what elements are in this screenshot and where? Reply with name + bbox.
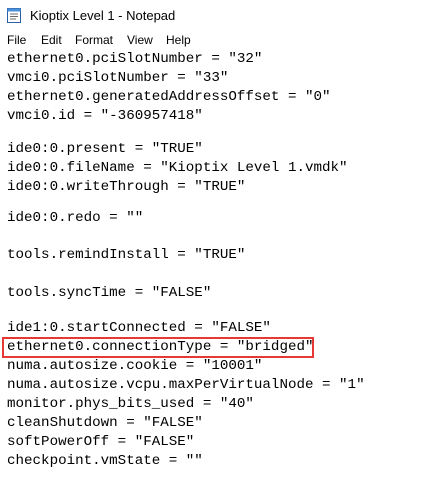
menu-file[interactable]: File [7,33,26,47]
menu-edit[interactable]: Edit [41,33,62,47]
text-line: numa.autosize.cookie = "10001" [7,358,263,374]
text-line: cleanShutdown = "FALSE" [7,415,203,431]
title-bar[interactable]: Kioptix Level 1 - Notepad [0,0,432,30]
text-line: ethernet0.pciSlotNumber = "32" [7,51,263,67]
text-line: ide0:0.redo = "" [7,210,144,226]
text-line: softPowerOff = "FALSE" [7,434,195,450]
text-line: ide1:0.startConnected = "FALSE" [7,320,271,336]
text-line: vmci0.pciSlotNumber = "33" [7,70,229,86]
text-line: ide0:0.present = "TRUE" [7,141,203,157]
text-line: tools.syncTime = "FALSE" [7,285,212,301]
highlight-annotation-box [2,337,314,358]
menu-view[interactable]: View [127,33,153,47]
text-line: ethernet0.generatedAddressOffset = "0" [7,89,331,105]
text-line: checkpoint.vmState = "" [7,453,203,469]
text-line: vmci0.id = "-360957418" [7,108,203,124]
text-line: ide0:0.writeThrough = "TRUE" [7,179,246,195]
menu-format[interactable]: Format [75,33,113,47]
text-line: tools.remindInstall = "TRUE" [7,247,246,263]
notepad-icon [7,7,21,23]
text-line: ide0:0.fileName = "Kioptix Level 1.vmdk" [7,160,348,176]
menu-bar: File Edit Format View Help [0,30,432,51]
menu-help[interactable]: Help [166,33,191,47]
text-line: monitor.phys_bits_used = "40" [7,396,254,412]
window-title: Kioptix Level 1 - Notepad [30,8,176,23]
text-editor-area[interactable]: ethernet0.pciSlotNumber = "32" vmci0.pci… [0,50,432,491]
text-line: numa.autosize.vcpu.maxPerVirtualNode = "… [7,377,365,393]
